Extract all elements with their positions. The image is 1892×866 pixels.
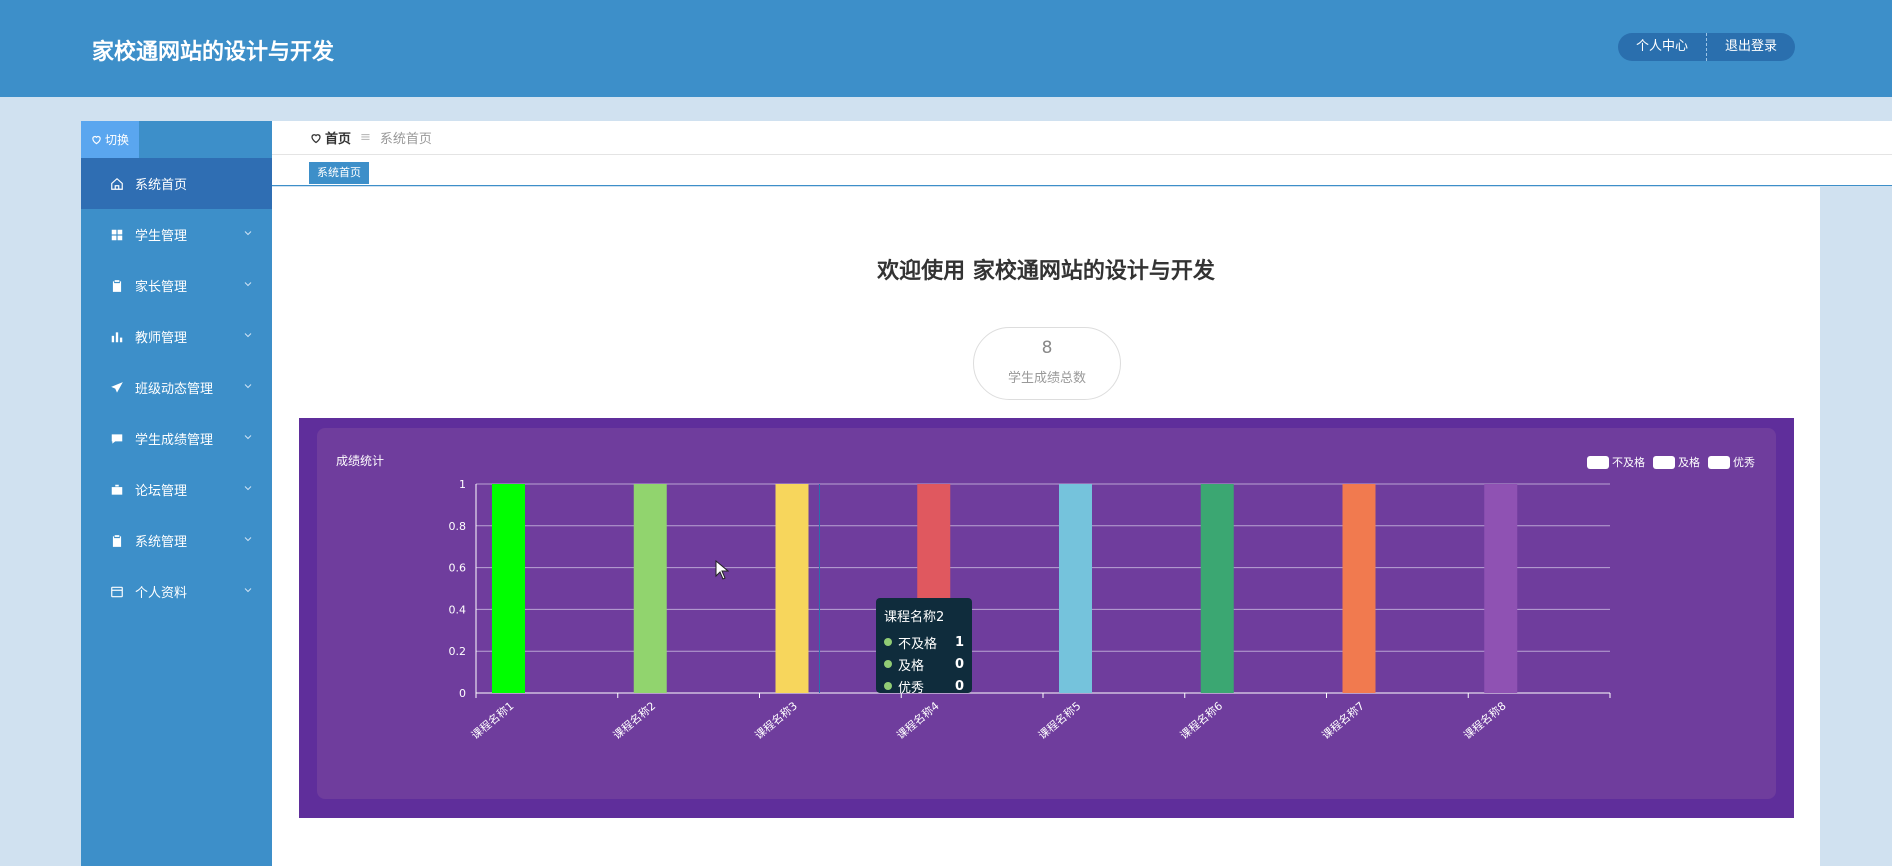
x-tick-label: 课程名称1 <box>468 699 516 743</box>
top-actions: 个人中心 退出登录 <box>1617 33 1795 61</box>
tooltip-name: 优秀 <box>898 680 925 696</box>
chevron-down-icon <box>244 486 252 491</box>
sidebar: 切换 系统首页 学生管理 家长管理 教师管理 班级动态管理 学生成绩管理 论坛管… <box>81 121 272 866</box>
sidebar-item-class-news[interactable]: 班级动态管理 <box>81 362 272 413</box>
x-tick-label: 课程名称6 <box>1177 699 1225 743</box>
tooltip-title: 课程名称2 <box>884 610 945 625</box>
chevron-down-icon <box>244 435 252 440</box>
tab-system-home[interactable]: 系统首页 <box>309 162 369 184</box>
clipboard-icon <box>109 533 125 549</box>
tooltip-name: 不及格 <box>898 636 938 652</box>
tooltip-row: 及格 0 <box>884 653 964 675</box>
y-tick-label: 0.2 <box>449 645 467 658</box>
chevron-down-icon <box>244 333 252 338</box>
y-tick-label: 1 <box>459 478 466 491</box>
sidebar-item-home[interactable]: 系统首页 <box>81 158 272 209</box>
sidebar-item-system[interactable]: 系统管理 <box>81 515 272 566</box>
breadcrumb: 首页 ≡ 系统首页 <box>272 121 1892 155</box>
chart-bar <box>1059 484 1092 693</box>
tab-bar: 系统首页 <box>272 155 1892 186</box>
clipboard-icon <box>109 278 125 294</box>
sidebar-item-teachers[interactable]: 教师管理 <box>81 311 272 362</box>
tooltip-row: 不及格 1 <box>884 631 964 653</box>
sidebar-item-label: 教师管理 <box>135 331 188 346</box>
y-tick-label: 0 <box>459 687 466 700</box>
tooltip-dot <box>884 682 892 690</box>
welcome-heading: 欢迎使用 家校通网站的设计与开发 <box>877 259 1215 284</box>
paper-plane-icon <box>109 380 125 396</box>
chevron-down-icon <box>244 231 252 236</box>
briefcase-icon <box>109 482 125 498</box>
chevron-down-icon <box>244 537 252 542</box>
chart-bar <box>1342 484 1376 693</box>
sidebar-item-label: 论坛管理 <box>135 484 188 499</box>
chart-bar <box>492 484 525 693</box>
top-header: 家校通网站的设计与开发 个人中心 退出登录 <box>0 0 1892 97</box>
stat-card: 8 学生成绩总数 <box>973 327 1121 400</box>
app-title: 家校通网站的设计与开发 <box>92 40 335 65</box>
stat-value: 8 <box>1041 338 1053 358</box>
x-tick-label: 课程名称8 <box>1461 699 1509 743</box>
tooltip-value: 0 <box>954 656 964 672</box>
x-tick-label: 课程名称7 <box>1319 699 1367 743</box>
mouse-cursor-icon <box>715 560 729 580</box>
tooltip-value: 0 <box>954 678 964 694</box>
tooltip-row: 优秀 0 <box>884 675 964 697</box>
y-tick-label: 0.8 <box>449 520 467 533</box>
card-icon <box>109 584 125 600</box>
sidebar-item-label: 系统管理 <box>135 535 188 550</box>
sidebar-item-label: 系统首页 <box>135 178 188 193</box>
chart-bar <box>1200 484 1234 693</box>
breadcrumb-home-label: 首页 <box>325 132 352 147</box>
sidebar-item-label: 学生管理 <box>135 229 188 244</box>
x-tick-label: 课程名称4 <box>894 699 942 743</box>
chevron-down-icon <box>244 384 252 389</box>
main-content: 欢迎使用 家校通网站的设计与开发 8 学生成绩总数 成绩统计 不及格 及格 优秀 <box>272 187 1820 866</box>
x-tick-label: 课程名称3 <box>752 699 800 743</box>
chart-bar <box>633 484 667 693</box>
sidebar-item-forum[interactable]: 论坛管理 <box>81 464 272 515</box>
sidebar-item-label: 家长管理 <box>135 280 188 295</box>
comment-icon <box>109 431 125 447</box>
sidebar-item-parents[interactable]: 家长管理 <box>81 260 272 311</box>
chart-panel: 成绩统计 不及格 及格 优秀 0 0.2 0.4 0.6 0.8 1 课程名称1 课程名称2 课… <box>299 418 1794 818</box>
sidebar-item-label: 学生成绩管理 <box>135 433 214 448</box>
chart-bar <box>775 484 809 693</box>
bar-chart-icon <box>109 329 125 345</box>
chevron-down-icon <box>244 282 252 287</box>
sidebar-switch-button[interactable]: 切换 <box>81 121 139 158</box>
grid-icon <box>109 227 125 243</box>
tooltip-value: 1 <box>954 634 964 650</box>
x-tick-label: 课程名称2 <box>610 699 658 743</box>
tooltip-dot <box>884 638 892 646</box>
x-tick-label: 课程名称5 <box>1035 699 1083 743</box>
breadcrumb-home[interactable]: 首页 <box>310 128 351 147</box>
sidebar-item-profile[interactable]: 个人资料 <box>81 566 272 617</box>
breadcrumb-separator: ≡ <box>360 130 371 145</box>
stat-label: 学生成绩总数 <box>1007 371 1086 386</box>
breadcrumb-current: 系统首页 <box>379 132 432 147</box>
sidebar-switch-label: 切换 <box>104 133 129 147</box>
y-tick-label: 0.4 <box>449 603 467 616</box>
heart-icon <box>311 133 321 143</box>
chart-card: 成绩统计 不及格 及格 优秀 0 0.2 0.4 0.6 0.8 1 课程名称1 课程名称2 课… <box>317 428 1776 799</box>
tooltip-dot <box>884 660 892 668</box>
profile-center-button[interactable]: 个人中心 <box>1617 33 1707 61</box>
y-tick-label: 0.6 <box>449 562 467 575</box>
sidebar-item-grades[interactable]: 学生成绩管理 <box>81 413 272 464</box>
sidebar-item-label: 班级动态管理 <box>135 382 214 397</box>
sidebar-item-students[interactable]: 学生管理 <box>81 209 272 260</box>
tooltip-name: 及格 <box>898 658 925 674</box>
chevron-down-icon <box>244 588 252 593</box>
logout-button[interactable]: 退出登录 <box>1706 33 1795 61</box>
bar-chart: 0 0.2 0.4 0.6 0.8 1 课程名称1 课程名称2 课程名称3 课程名称4 课程名称5 课… <box>449 478 1611 743</box>
home-icon <box>109 176 125 192</box>
chart-bar <box>1484 484 1518 693</box>
sidebar-menu: 系统首页 学生管理 家长管理 教师管理 班级动态管理 学生成绩管理 论坛管理 系… <box>81 158 272 617</box>
chart-tooltip: 课程名称2 不及格 1 及格 0 优秀 0 <box>876 598 972 696</box>
heart-icon <box>92 135 101 145</box>
sidebar-item-label: 个人资料 <box>135 586 188 601</box>
